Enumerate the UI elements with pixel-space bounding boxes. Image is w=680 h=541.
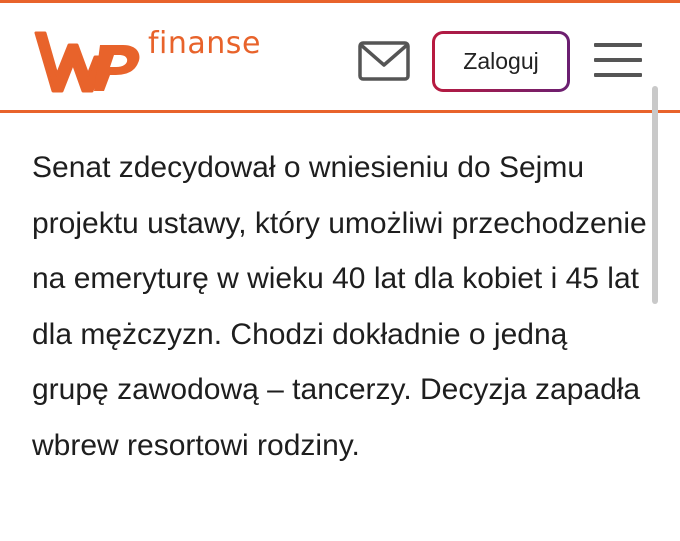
- site-header: finanse Zaloguj: [0, 3, 680, 111]
- wp-logo-icon[interactable]: [30, 27, 145, 95]
- scrollbar-thumb[interactable]: [652, 86, 658, 304]
- header-divider: [0, 110, 680, 113]
- brand-name[interactable]: finanse: [148, 27, 261, 61]
- mail-icon[interactable]: [357, 39, 413, 87]
- login-button-label[interactable]: Zaloguj: [435, 34, 567, 89]
- hamburger-menu-icon[interactable]: [594, 39, 642, 83]
- login-button[interactable]: Zaloguj: [432, 31, 570, 92]
- article-lead-text: Senat zdecydował o wniesieniu do Sejmu p…: [32, 151, 647, 462]
